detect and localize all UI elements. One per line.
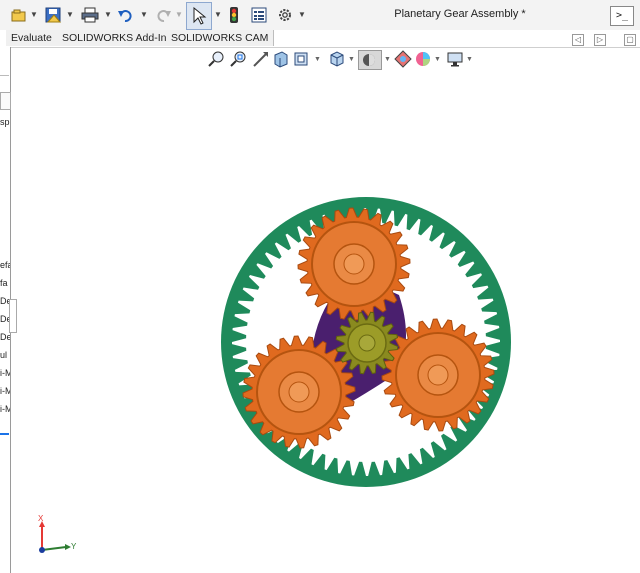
tab-solidworks-cam[interactable]: SOLIDWORKS CAM: [166, 30, 275, 46]
graphics-area[interactable]: X Y: [11, 47, 640, 573]
redo-icon[interactable]: [153, 4, 173, 26]
save-icon[interactable]: [44, 4, 62, 26]
tree-item[interactable]: i-M: [0, 386, 10, 396]
traffic-light-icon[interactable]: [226, 4, 242, 26]
tab-evaluate[interactable]: Evaluate: [6, 30, 58, 46]
print-icon[interactable]: [80, 4, 100, 26]
reference-triad: X Y: [38, 514, 77, 553]
chevron-down-icon: ▼: [175, 10, 183, 19]
tree-item[interactable]: fa: [0, 278, 10, 288]
tree-item[interactable]: sp: [0, 117, 10, 127]
tab-solidworks-add-ins[interactable]: SOLIDWORKS Add-Ins: [57, 30, 178, 46]
chevron-down-icon[interactable]: ▼: [298, 10, 306, 19]
tree-item[interactable]: ul: [0, 350, 10, 360]
chevron-down-icon[interactable]: ▼: [104, 10, 112, 19]
divider: [0, 75, 9, 76]
file-properties-icon[interactable]: [250, 4, 268, 26]
tree-item[interactable]: i-M: [0, 368, 10, 378]
feature-manager-panel: sp efa fa De De De ul i-M i-M i-M: [0, 47, 17, 573]
previous-icon[interactable]: ◁: [572, 34, 584, 46]
tree-item[interactable]: efa: [0, 260, 10, 270]
restore-icon[interactable]: ▢: [624, 34, 636, 46]
tree-item[interactable]: De: [0, 332, 10, 342]
chevron-down-icon[interactable]: ▼: [140, 10, 148, 19]
chevron-down-icon[interactable]: ▼: [214, 10, 222, 19]
window-title: Planetary Gear Assembly *: [394, 8, 526, 20]
scroll-indicator: [0, 433, 9, 435]
quick-access-toolbar: ▼ ▼ ▼ ▼ ▼ ▼ ▼ Planetary Gear Assembly * …: [0, 0, 640, 31]
undo-icon[interactable]: [116, 4, 136, 26]
next-icon[interactable]: ▷: [594, 34, 606, 46]
tree-item[interactable]: i-M: [0, 404, 10, 414]
chevron-down-icon[interactable]: ▼: [66, 10, 74, 19]
open-icon[interactable]: [10, 4, 28, 26]
filter-box[interactable]: [0, 92, 11, 110]
command-manager-tabs: Evaluate SOLIDWORKS Add-Ins SOLIDWORKS C…: [0, 30, 640, 48]
triad-y-label: Y: [71, 542, 77, 551]
triad-x-label: X: [38, 514, 44, 523]
select-icon[interactable]: [186, 2, 212, 30]
command-search-icon[interactable]: >_: [610, 6, 634, 26]
chevron-down-icon[interactable]: ▼: [30, 10, 38, 19]
options-gear-icon[interactable]: [276, 4, 294, 26]
